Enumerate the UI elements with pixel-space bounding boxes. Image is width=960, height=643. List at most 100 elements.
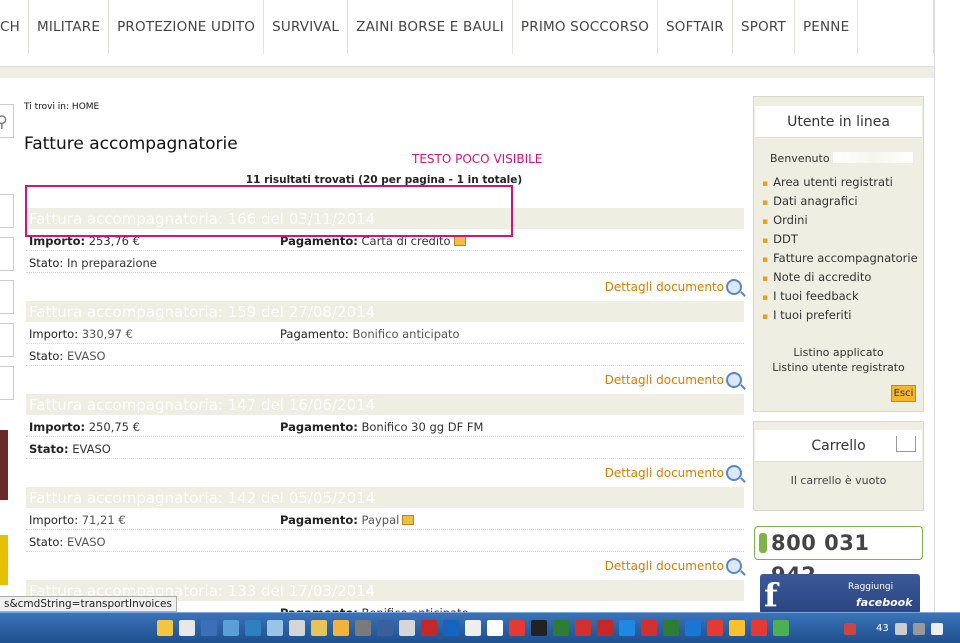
invoice-status-row: Stato: In preparazione: [26, 251, 744, 273]
search-button[interactable]: ⚲: [0, 104, 14, 138]
nav-item[interactable]: PROTEZIONE UDITO: [109, 0, 265, 54]
nav-item[interactable]: MILITARE: [29, 0, 110, 54]
user-menu-item[interactable]: Area utenti registrati: [762, 175, 923, 194]
taskbar-app-icon[interactable]: [509, 620, 525, 636]
taskbar-app-icon[interactable]: [531, 620, 547, 636]
taskbar-app-icon[interactable]: [641, 620, 657, 636]
invoice-title[interactable]: Fattura accompagnatoria: 159 del 27/08/2…: [26, 301, 744, 322]
invoice-footer: Dettagli documento: [26, 273, 744, 301]
payment-value: Bonifico anticipato: [352, 327, 460, 341]
taskbar-app-icon[interactable]: [487, 620, 503, 636]
breadcrumb-home-link[interactable]: HOME: [72, 102, 99, 112]
nav-item[interactable]: PENNE: [795, 0, 859, 54]
taskbar-app-icon[interactable]: [377, 620, 393, 636]
taskbar-app-icon[interactable]: [421, 620, 437, 636]
nav-item[interactable]: ZAINI BORSE E BAULI: [348, 0, 513, 54]
taskbar-app-icon[interactable]: [267, 620, 283, 636]
price-list-info: Listino applicato Listino utente registr…: [754, 345, 923, 375]
user-menu-item[interactable]: Dati anagrafici: [762, 194, 923, 213]
left-panel-box: [0, 280, 14, 314]
taskbar-app-icon[interactable]: [355, 620, 371, 636]
taskbar-app-icon[interactable]: [157, 620, 173, 636]
invoice-title[interactable]: Fattura accompagnatoria: 142 del 05/05/2…: [26, 487, 744, 508]
left-panel-box: [0, 366, 14, 400]
document-details-link[interactable]: Dettagli documento: [605, 372, 742, 388]
tray-printer-icon[interactable]: [912, 622, 925, 635]
document-details-link[interactable]: Dettagli documento: [605, 465, 742, 481]
user-menu-item[interactable]: I tuoi feedback: [762, 289, 923, 308]
invoice-status: Stato: In preparazione: [29, 256, 157, 270]
taskbar-app-icon[interactable]: [443, 620, 459, 636]
document-details-link[interactable]: Dettagli documento: [605, 279, 742, 295]
breadcrumb-label: Ti trovi in:: [24, 102, 70, 112]
invoice-item: Fattura accompagnatoria: 159 del 27/08/2…: [26, 301, 744, 394]
payment-value: Bonifico 30 gg DF FM: [361, 420, 484, 434]
phone-number-banner[interactable]: 800 031 942: [754, 526, 923, 587]
left-banner-image[interactable]: [0, 535, 8, 585]
user-menu-item[interactable]: I tuoi preferiti: [762, 308, 923, 327]
taskbar-app-icon[interactable]: [685, 620, 701, 636]
taskbar-app-icon[interactable]: [465, 620, 481, 636]
breadcrumb: Ti trovi in: HOME: [24, 102, 99, 112]
user-online-box: Utente in linea Benvenuto Area utenti re…: [753, 96, 924, 412]
taskbar-app-icon[interactable]: [311, 620, 327, 636]
taskbar-app-icon[interactable]: [179, 620, 195, 636]
facebook-brand-text: facebook: [856, 596, 913, 609]
payment-value: Paypal: [361, 513, 400, 527]
nav-item[interactable]: SPORT: [733, 0, 795, 54]
taskbar-app-icon[interactable]: [707, 620, 723, 636]
invoice-status: Stato: EVASO: [29, 349, 106, 363]
taskbar-app-icon[interactable]: [597, 620, 613, 636]
taskbar-app-icon[interactable]: [333, 620, 349, 636]
tray-volume-icon[interactable]: [930, 622, 943, 635]
welcome-text: Benvenuto: [754, 138, 923, 165]
taskbar-app-icon[interactable]: [223, 620, 239, 636]
taskbar-app-icon[interactable]: [619, 620, 635, 636]
nav-divider-bar: [0, 66, 934, 78]
magnifier-icon: [726, 279, 742, 295]
taskbar-app-icon[interactable]: [201, 620, 217, 636]
user-name: [833, 152, 914, 163]
facebook-banner[interactable]: f Raggiungi facebook: [760, 574, 920, 614]
sidebar: Utente in linea Benvenuto Area utenti re…: [753, 96, 924, 614]
payment-label: Pagamento:: [280, 327, 349, 341]
nav-item[interactable]: SURVIVAL: [264, 0, 349, 54]
logout-button[interactable]: Esci: [891, 385, 916, 402]
nav-item[interactable]: SOFTAIR: [658, 0, 733, 54]
tray-flag-icon[interactable]: [844, 622, 856, 635]
taskbar-app-icon[interactable]: [575, 620, 591, 636]
amount-label: Importo:: [29, 513, 79, 527]
user-menu-item[interactable]: Note di accredito: [762, 270, 923, 289]
taskbar-app-icon[interactable]: [751, 620, 767, 636]
user-menu-item[interactable]: Ordini: [762, 213, 923, 232]
taskbar-app-icon[interactable]: [729, 620, 745, 636]
status-label: Stato:: [29, 442, 69, 456]
document-details-link[interactable]: Dettagli documento: [605, 558, 742, 574]
details-label: Dettagli documento: [604, 373, 724, 387]
welcome-label: Benvenuto: [770, 152, 830, 165]
taskbar-app-icon[interactable]: [399, 620, 415, 636]
status-value: EVASO: [72, 442, 111, 456]
tray-network-icon[interactable]: [894, 622, 907, 635]
status-value: In preparazione: [66, 256, 157, 270]
nav-item[interactable]: CH: [0, 0, 29, 54]
nav-item[interactable]: PRIMO SOCCORSO: [513, 0, 659, 54]
user-menu-item[interactable]: Fatture accompagnatorie: [762, 251, 923, 270]
taskbar-app-icon[interactable]: [663, 620, 679, 636]
left-banner-image[interactable]: [0, 430, 8, 500]
amount-value: 71,21 €: [81, 513, 126, 527]
invoice-amount-row: Importo: 250,75 € Pagamento: Bonifico 30 …: [26, 415, 744, 437]
status-value: EVASO: [66, 349, 106, 363]
invoice-title[interactable]: Fattura accompagnatoria: 147 del 16/06/2…: [26, 394, 744, 415]
search-icon: ⚲: [0, 112, 8, 131]
taskbar-app-icon[interactable]: [553, 620, 569, 636]
facebook-join-text: Raggiungi: [848, 582, 894, 592]
windows-taskbar: 43: [0, 612, 960, 643]
user-menu-item[interactable]: DDT: [762, 232, 923, 251]
details-label: Dettagli documento: [604, 280, 724, 294]
facebook-logo-icon: f: [764, 576, 778, 614]
taskbar-app-icon[interactable]: [773, 620, 789, 636]
paypal-icon: [402, 515, 415, 525]
taskbar-app-icon[interactable]: [289, 620, 305, 636]
taskbar-app-icon[interactable]: [245, 620, 261, 636]
